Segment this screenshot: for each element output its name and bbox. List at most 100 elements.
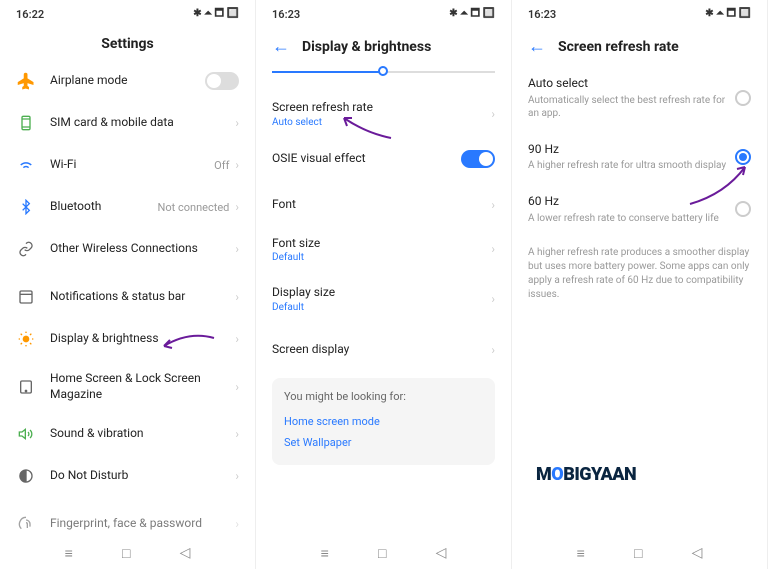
osie-toggle[interactable]: [461, 150, 495, 168]
header: ← Screen refresh rate: [512, 28, 767, 65]
header: Settings: [0, 28, 255, 60]
home-icon: [16, 377, 36, 397]
row-owc[interactable]: Other Wireless Connections ›: [16, 228, 239, 270]
nav-home[interactable]: □: [634, 545, 642, 562]
chevron-icon: ›: [235, 242, 239, 256]
osie-label: OSIE visual effect: [272, 151, 461, 167]
status-bar: 16:22 ✱ ⏶ 🗖 🔲: [0, 0, 255, 28]
row-dnd[interactable]: Do Not Disturb ›: [16, 455, 239, 497]
chevron-icon: ›: [235, 427, 239, 441]
refresh-rate-screen: 16:23 ✱ ⏶ 🗖 🔲 ← Screen refresh rate Auto…: [512, 0, 768, 569]
nav-recents[interactable]: ≡: [577, 545, 585, 562]
row-airplane[interactable]: Airplane mode: [16, 60, 239, 102]
chevron-icon: ›: [491, 107, 495, 121]
back-button[interactable]: ←: [528, 36, 546, 57]
home-label: Home Screen & Lock Screen Magazine: [50, 371, 235, 402]
auto-desc: Automatically select the best refresh ra…: [528, 94, 735, 120]
status-icons: ✱ ⏶ 🗖 🔲: [449, 6, 495, 23]
fingerprint-icon: [16, 514, 36, 534]
nav-bar: ≡ □ ◁: [256, 537, 511, 569]
row-sound[interactable]: Sound & vibration ›: [16, 413, 239, 455]
suggest-link-wallpaper[interactable]: Set Wallpaper: [284, 432, 483, 453]
radio-90hz[interactable]: [735, 149, 751, 165]
bt-label: Bluetooth: [50, 199, 158, 215]
sound-label: Sound & vibration: [50, 426, 235, 442]
nav-back[interactable]: ◁: [692, 545, 703, 561]
chevron-icon: ›: [491, 343, 495, 357]
brightness-slider[interactable]: [272, 71, 495, 73]
airplane-icon: [16, 71, 36, 91]
radio-auto[interactable]: [735, 90, 751, 106]
sound-icon: [16, 424, 36, 444]
hz60-label: 60 Hz: [528, 194, 735, 210]
back-button[interactable]: ←: [272, 36, 290, 57]
row-notifications[interactable]: Notifications & status bar ›: [16, 276, 239, 318]
dispsize-sub: Default: [272, 302, 491, 313]
row-dispsize[interactable]: Display size Default ›: [272, 274, 495, 324]
finger-label: Fingerprint, face & password: [50, 516, 235, 532]
chevron-icon: ›: [235, 469, 239, 483]
header: ← Display & brightness: [256, 28, 511, 65]
nav-bar: ≡ □ ◁: [512, 537, 767, 569]
row-bluetooth[interactable]: Bluetooth Not connected ›: [16, 186, 239, 228]
airplane-toggle[interactable]: [205, 72, 239, 90]
footnote: A higher refresh rate produces a smoothe…: [528, 236, 751, 312]
chevron-icon: ›: [235, 380, 239, 394]
row-osie[interactable]: OSIE visual effect: [272, 139, 495, 179]
display-screen: 16:23 ✱ ⏶ 🗖 🔲 ← Display & brightness Scr…: [256, 0, 512, 569]
chevron-icon: ›: [235, 332, 239, 346]
row-60hz[interactable]: 60 Hz A lower refresh rate to conserve b…: [528, 183, 751, 236]
status-bar: 16:23 ✱ ⏶ 🗖 🔲: [256, 0, 511, 28]
status-icons: ✱ ⏶ 🗖 🔲: [193, 6, 239, 23]
nav-recents[interactable]: ≡: [65, 545, 73, 562]
page-title: Settings: [101, 36, 153, 52]
row-90hz[interactable]: 90 Hz A higher refresh rate for ultra sm…: [528, 131, 751, 184]
hz90-desc: A higher refresh rate for ultra smooth d…: [528, 159, 735, 172]
chevron-icon: ›: [235, 116, 239, 130]
airplane-label: Airplane mode: [50, 73, 205, 89]
row-fingerprint[interactable]: Fingerprint, face & password ›: [16, 503, 239, 537]
sim-label: SIM card & mobile data: [50, 115, 235, 131]
refresh-label: Screen refresh rate: [272, 100, 491, 116]
nav-home[interactable]: □: [378, 545, 386, 562]
row-auto-select[interactable]: Auto select Automatically select the bes…: [528, 65, 751, 131]
watermark-logo: MOBIGYAAN: [536, 464, 636, 485]
row-font[interactable]: Font ›: [272, 185, 495, 225]
chevron-icon: ›: [235, 200, 239, 214]
bt-value: Not connected: [158, 201, 230, 214]
wifi-label: Wi-Fi: [50, 157, 214, 173]
row-fontsize[interactable]: Font size Default ›: [272, 225, 495, 275]
row-wifi[interactable]: Wi-Fi Off ›: [16, 144, 239, 186]
nav-home[interactable]: □: [122, 545, 130, 562]
bluetooth-icon: [16, 197, 36, 217]
row-refresh-rate[interactable]: Screen refresh rate Auto select ›: [272, 89, 495, 139]
status-time: 16:23: [272, 8, 300, 21]
chevron-icon: ›: [235, 158, 239, 172]
slider-thumb[interactable]: [378, 66, 388, 76]
row-homescreen[interactable]: Home Screen & Lock Screen Magazine ›: [16, 360, 239, 413]
nav-back[interactable]: ◁: [436, 545, 447, 561]
chevron-icon: ›: [491, 242, 495, 256]
wifi-value: Off: [214, 159, 229, 172]
nav-back[interactable]: ◁: [180, 545, 191, 561]
screendisp-label: Screen display: [272, 342, 491, 358]
radio-60hz[interactable]: [735, 201, 751, 217]
nav-bar: ≡ □ ◁: [0, 537, 255, 569]
row-screendisplay[interactable]: Screen display ›: [272, 330, 495, 370]
dnd-icon: [16, 466, 36, 486]
link-icon: [16, 239, 36, 259]
suggestion-card: You might be looking for: Home screen mo…: [272, 378, 495, 465]
notification-icon: [16, 287, 36, 307]
sim-icon: [16, 113, 36, 133]
row-sim[interactable]: SIM card & mobile data ›: [16, 102, 239, 144]
status-icons: ✱ ⏶ 🗖 🔲: [705, 6, 751, 23]
hz60-desc: A lower refresh rate to conserve battery…: [528, 212, 735, 225]
display-label: Display & brightness: [50, 331, 235, 347]
suggest-link-home[interactable]: Home screen mode: [284, 411, 483, 432]
owc-label: Other Wireless Connections: [50, 241, 235, 257]
nav-recents[interactable]: ≡: [321, 545, 329, 562]
refresh-sub: Auto select: [272, 117, 491, 128]
row-display[interactable]: Display & brightness ›: [16, 318, 239, 360]
dispsize-label: Display size: [272, 285, 491, 301]
wifi-icon: [16, 155, 36, 175]
